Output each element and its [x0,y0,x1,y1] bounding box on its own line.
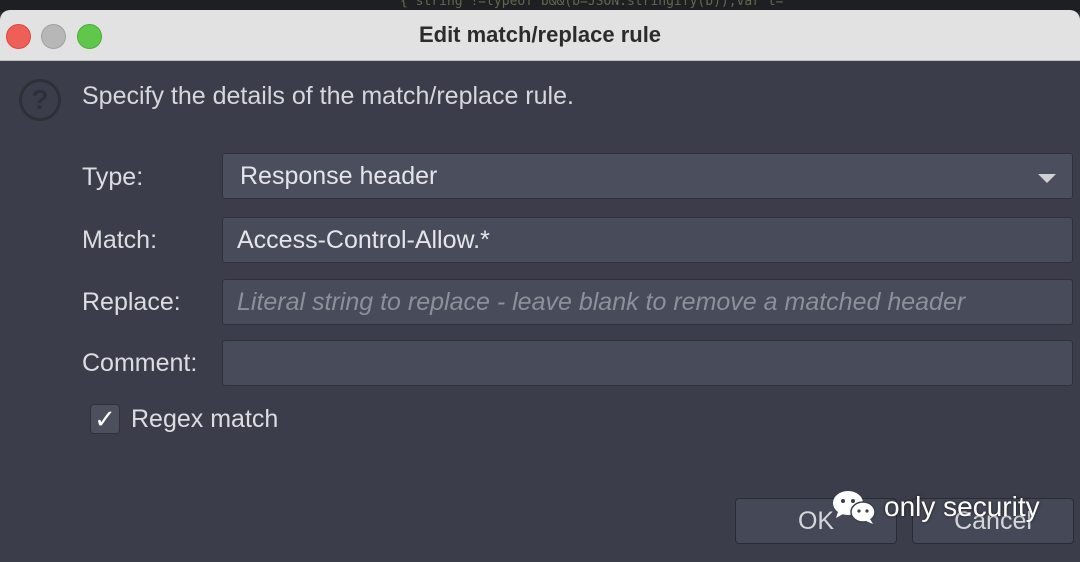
chevron-down-icon[interactable] [1038,174,1056,183]
comment-input[interactable] [222,340,1073,386]
type-select[interactable]: Response header [222,153,1073,199]
match-input[interactable]: Access-Control-Allow.* [222,217,1073,263]
replace-input-placeholder: Literal string to replace - leave blank … [237,288,966,316]
instruction-text: Specify the details of the match/replace… [82,82,574,110]
question-mark-icon: ? [19,79,61,121]
title-bar: Edit match/replace rule [0,10,1080,61]
regex-match-checkbox[interactable]: ✓ [90,404,120,434]
window-title: Edit match/replace rule [418,22,662,47]
comment-label: Comment: [82,349,198,377]
replace-label: Replace: [82,288,181,316]
replace-input[interactable]: Literal string to replace - leave blank … [222,279,1073,325]
match-input-value: Access-Control-Allow.* [237,226,490,254]
type-select-value: Response header [240,162,438,190]
watermark-text: only security [884,491,1040,522]
background-code: { string !=typeof b&&(b=JSON.stringify(b… [400,0,784,9]
regex-match-label[interactable]: Regex match [131,405,278,434]
watermark: only security [830,487,1040,527]
checkmark-icon: ✓ [94,404,116,434]
type-label: Type: [82,163,144,191]
match-label: Match: [82,226,158,254]
wechat-icon [833,491,876,524]
